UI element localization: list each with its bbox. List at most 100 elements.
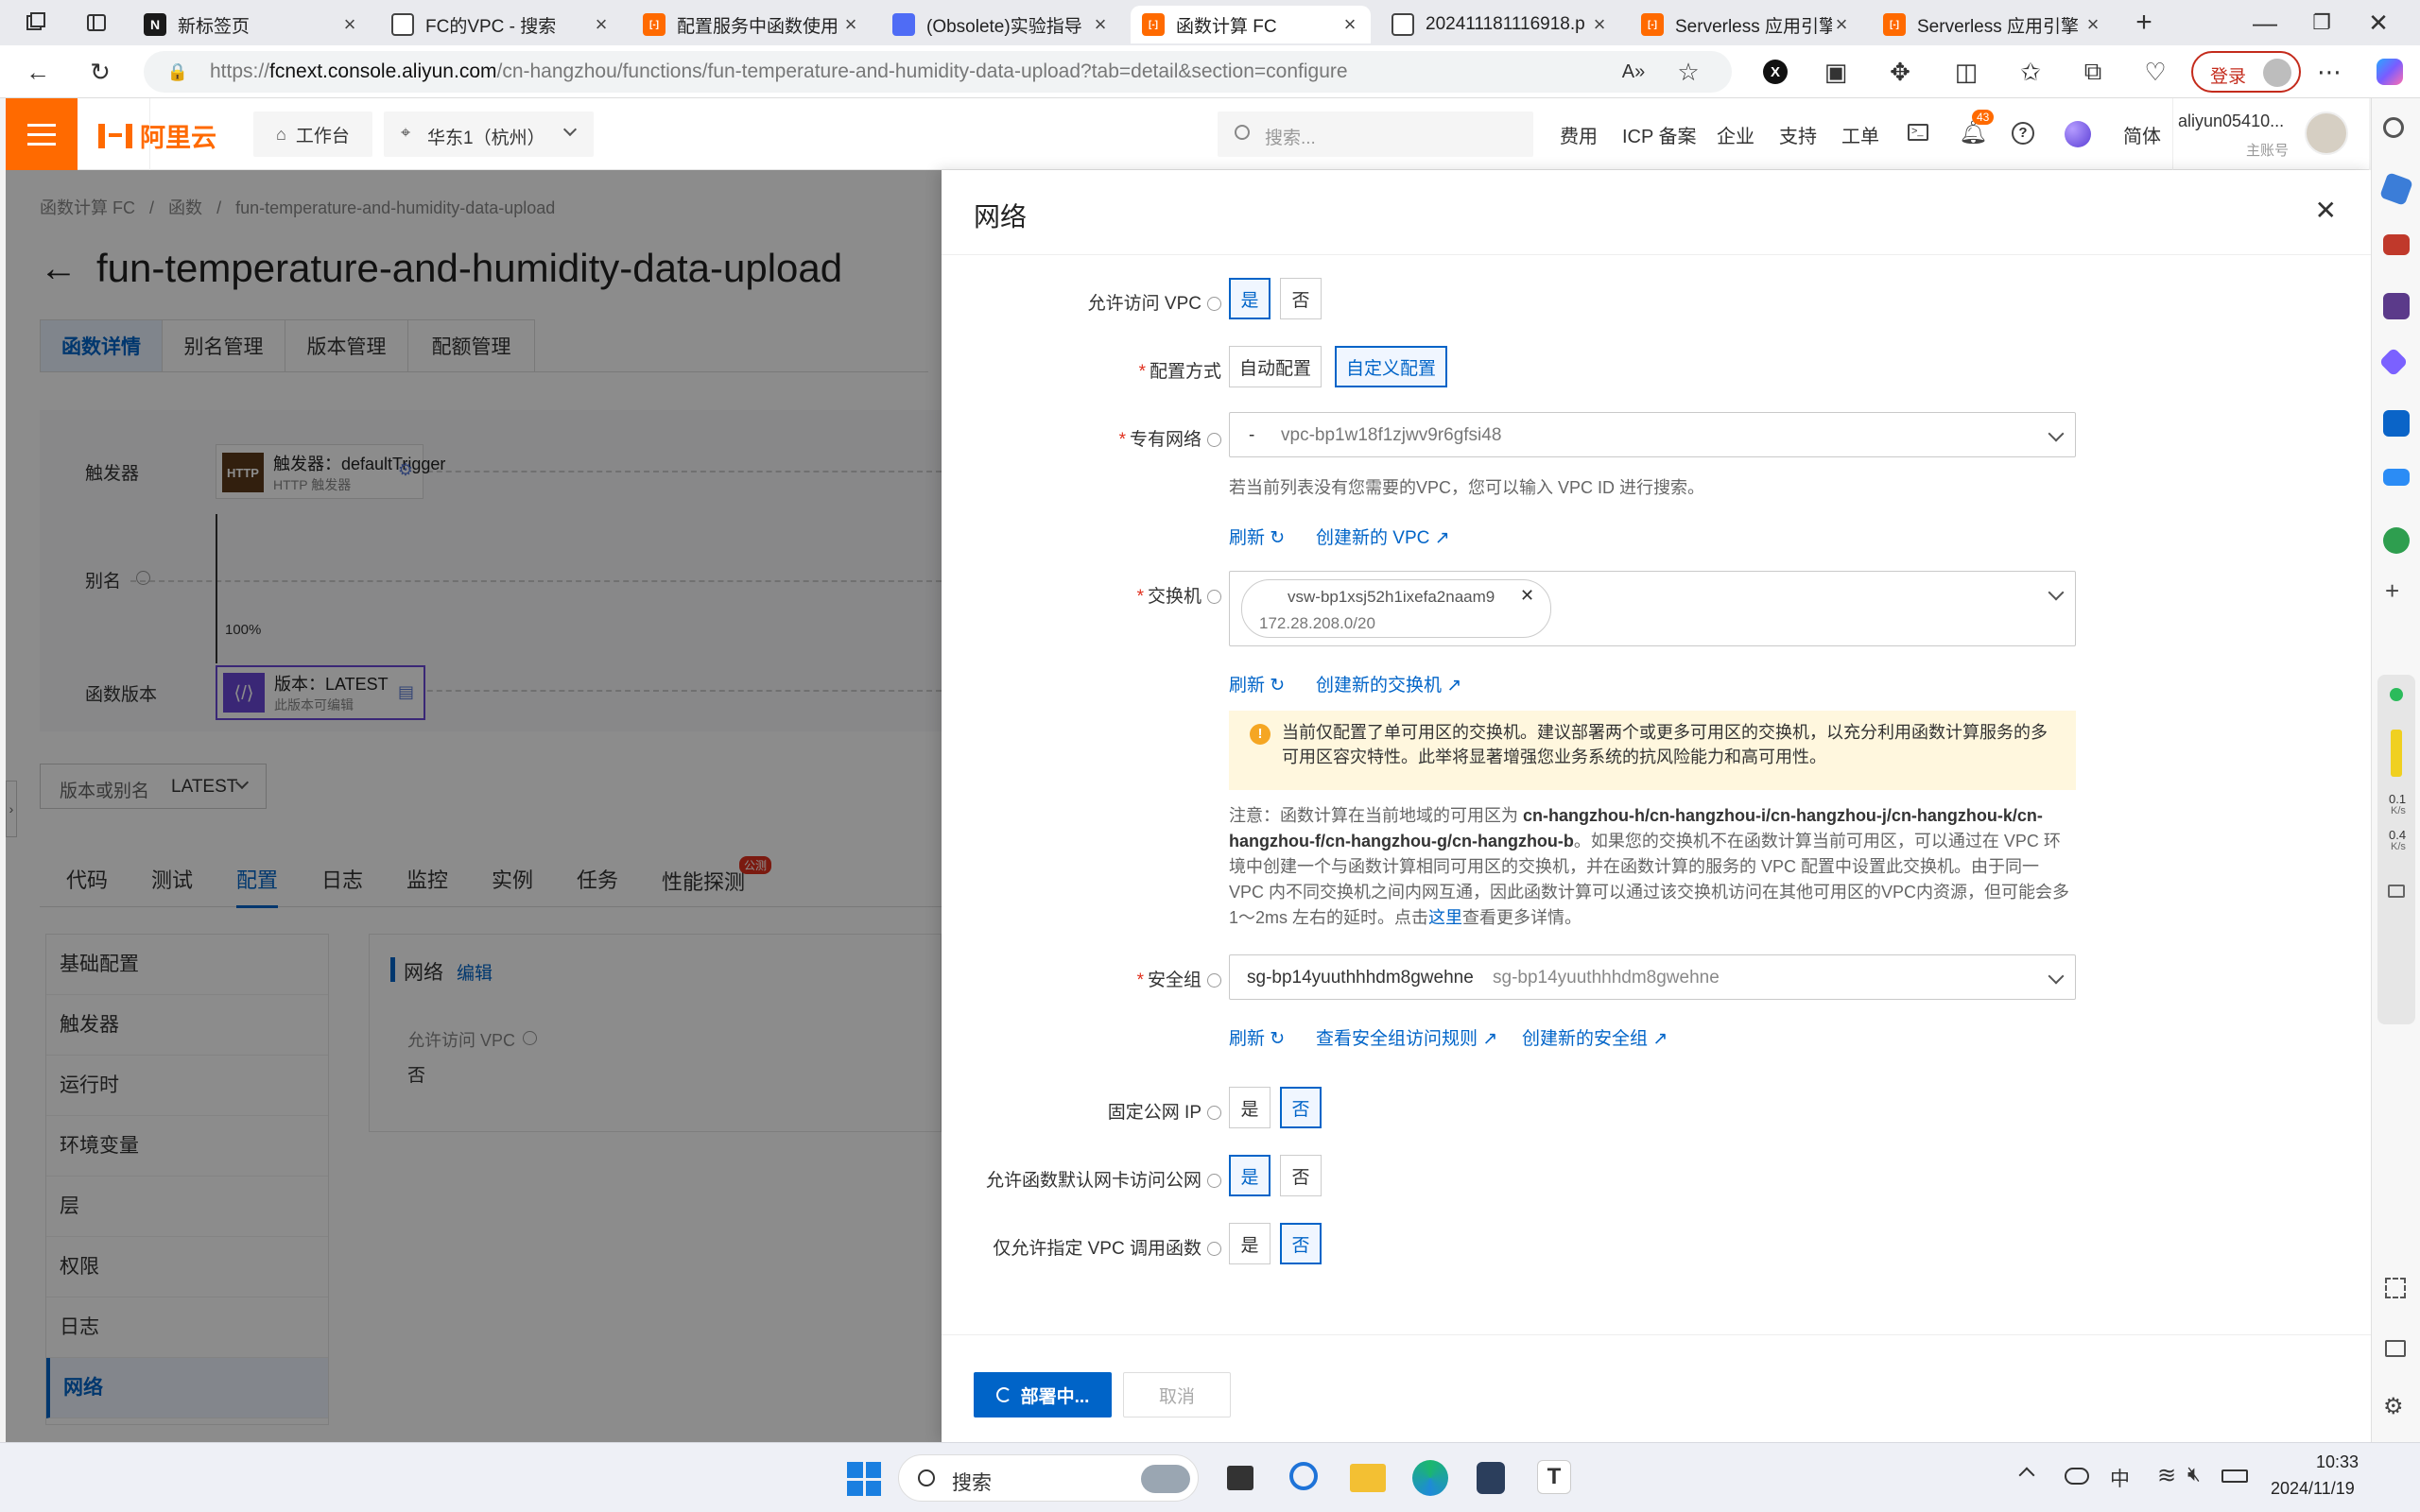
note-more-link[interactable]: 这里 [1428,908,1462,927]
vpc-only-yes[interactable]: 是 [1229,1223,1270,1264]
allow-vpc-yes[interactable]: 是 [1229,278,1270,319]
nav-link-billing[interactable]: 费用 [1560,121,1598,148]
refresh-vpc-link[interactable]: 刷新 ↻ [1229,524,1285,549]
split-screen-icon[interactable]: ◫ [1951,57,1981,87]
search-icon[interactable] [2383,117,2404,138]
read-aloud-icon[interactable]: A» [1618,57,1649,87]
file-explorer-icon[interactable] [1350,1464,1386,1492]
close-tab-icon[interactable]: × [1832,12,1851,37]
default-nic-no[interactable]: 否 [1280,1155,1322,1196]
workspaces-icon[interactable] [21,8,51,38]
account-name[interactable]: aliyun05410... [2178,112,2284,131]
collections-add-icon[interactable]: ⧉ [2078,57,2108,87]
close-window-button[interactable]: ✕ [2363,8,2394,38]
vpc-select[interactable]: - vpc-bp1w18f1zjwv9r6gfsi48 [1229,412,2076,457]
static-ip-yes[interactable]: 是 [1229,1087,1270,1128]
collections-icon[interactable]: ▣ [1821,57,1851,87]
extension-x-icon[interactable]: X [1760,57,1790,87]
create-vpc-link[interactable]: 创建新的 VPC ↗ [1316,524,1450,549]
close-tab-icon[interactable]: × [1590,12,1609,37]
aliyun-logo[interactable]: 阿里云 [98,117,216,154]
nav-link-enterprise[interactable]: 企业 [1717,121,1754,148]
nav-link-icp[interactable]: ICP 备案 [1622,121,1697,148]
tray-chevron-icon[interactable] [2018,1467,2035,1484]
taskbar-search[interactable]: 搜索 [898,1454,1199,1502]
hide-sidebar-icon[interactable] [2385,1340,2406,1357]
console-search-input[interactable]: 搜索... [1218,112,1533,157]
browser-essentials-icon[interactable]: ♡ [2140,57,2170,87]
browser-tab[interactable]: [-] Serverless 应用引擎 × [1630,6,1862,43]
modal-mask[interactable] [6,170,942,1442]
search-app-icon[interactable] [1289,1462,1318,1490]
browser-tab[interactable]: (Obsolete)实验指导 × [881,6,1121,43]
browser-tab[interactable]: N 新标签页 × [132,6,371,43]
tab-actions-icon[interactable] [81,8,112,38]
default-nic-yes[interactable]: 是 [1229,1155,1270,1196]
add-sidebar-app-icon[interactable]: + [2385,576,2399,606]
typora-icon[interactable]: T [1537,1460,1571,1494]
browser-tab[interactable]: [-] 函数计算 FC × [1131,6,1371,43]
refresh-vswitch-link[interactable]: 刷新 ↻ [1229,671,1285,696]
camera-icon[interactable] [2388,885,2405,898]
settings-gear-icon[interactable]: ⚙ [2383,1393,2404,1420]
close-tab-icon[interactable]: × [1091,12,1110,37]
minimize-button[interactable]: — [2250,8,2280,38]
send-icon[interactable] [2383,469,2410,486]
battery-icon[interactable] [2221,1469,2248,1483]
login-button[interactable]: 登录 [2191,51,2301,93]
config-auto-option[interactable]: 自动配置 [1229,346,1322,387]
taskbar-app-cat-icon[interactable] [1477,1462,1505,1494]
nav-link-ticket[interactable]: 工单 [1841,121,1879,148]
close-tab-icon[interactable]: × [841,12,860,37]
volume-muted-icon[interactable]: 🔇︎ [2187,1462,2201,1486]
close-tab-icon[interactable]: × [592,12,611,37]
menu-toggle-button[interactable] [6,98,78,170]
vswitch-select[interactable]: vsw-bp1xsj52h1ixefa2naam9 172.28.208.0/2… [1229,571,2076,646]
tree-icon[interactable] [2383,527,2410,554]
browser-tab[interactable]: [-] Serverless 应用引擎 × [1872,6,2114,43]
maximize-button[interactable]: ❐ [2307,8,2337,38]
shopping-tag-icon[interactable] [2379,172,2413,206]
reload-icon[interactable]: ↻ [85,57,115,87]
create-vswitch-link[interactable]: 创建新的交换机 ↗ [1316,671,1461,696]
cancel-button[interactable]: 取消 [1123,1372,1231,1418]
back-icon[interactable]: ← [23,57,53,87]
url-text[interactable]: https://fcnext.console.aliyun.com/cn-han… [210,60,1348,83]
copilot-m365-icon[interactable] [2378,347,2409,377]
task-view-icon[interactable] [1227,1466,1253,1490]
deploy-button[interactable]: 部署中... [974,1372,1112,1418]
help-icon[interactable]: ? [2012,122,2034,145]
nav-link-support[interactable]: 支持 [1779,121,1817,148]
windows-start-icon[interactable] [847,1462,881,1496]
vpc-only-no[interactable]: 否 [1280,1223,1322,1264]
copilot-icon[interactable] [2375,57,2405,87]
ai-assistant-icon[interactable] [2065,121,2091,147]
lock-icon[interactable]: 🔒 [163,57,193,87]
toolbox-icon[interactable] [2383,234,2410,255]
close-tab-icon[interactable]: × [340,12,359,37]
close-tab-icon[interactable]: × [2083,12,2102,37]
new-tab-button[interactable]: + [2129,7,2159,38]
browser-tab[interactable]: [-] 配置服务中函数使用 × [631,6,872,43]
static-ip-no[interactable]: 否 [1280,1087,1322,1128]
edge-browser-icon[interactable] [1412,1460,1448,1496]
refresh-sg-link[interactable]: 刷新 ↻ [1229,1024,1285,1050]
favorites-icon[interactable]: ✩ [2015,57,2046,87]
region-selector[interactable]: ⌖ 华东1（杭州） [384,112,594,157]
cloud-shell-icon[interactable]: >_ [1908,124,1928,141]
screenshot-icon[interactable] [2385,1278,2406,1298]
wifi-icon[interactable]: ≋ [2157,1462,2176,1489]
favorite-star-icon[interactable]: ☆ [1673,57,1703,87]
close-tab-icon[interactable]: × [1340,12,1359,37]
extensions-icon[interactable]: ✥ [1885,57,1915,87]
close-icon[interactable]: ✕ [2315,195,2337,226]
clock-date[interactable]: 2024/11/19 [2271,1479,2355,1499]
outlook-icon[interactable] [2383,410,2410,437]
onedrive-icon[interactable] [2065,1468,2089,1485]
ime-indicator[interactable]: 中 [2110,1464,2130,1492]
remove-tag-icon[interactable]: ✕ [1520,586,1534,606]
config-custom-option[interactable]: 自定义配置 [1335,346,1448,387]
games-icon[interactable] [2383,293,2410,319]
browser-tab[interactable]: FC的VPC - 搜索 × [380,6,622,43]
view-sg-rules-link[interactable]: 查看安全组访问规则 ↗ [1316,1024,1497,1050]
